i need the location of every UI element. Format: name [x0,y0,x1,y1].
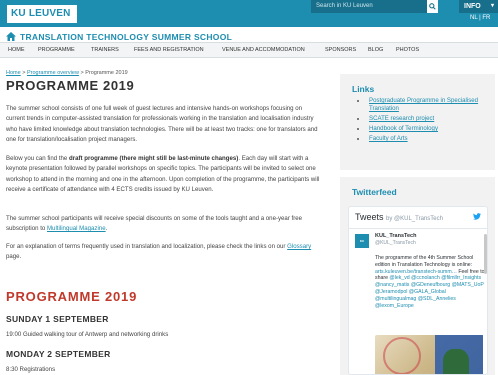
programme-heading: PROGRAMME 2019 [6,289,138,304]
site-title-text: TRANSLATION TECHNOLOGY SUMMER SCHOOL [20,31,233,42]
links-panel: Links Postgraduate Programme in Speciali… [340,74,495,170]
tweet-author-name[interactable]: KUL_TransTech [375,233,416,239]
nav-photos[interactable]: PHOTOS [396,43,419,57]
twitter-timeline-widget[interactable]: Tweets by @KUL_TransTech KU KUL_TransTec… [348,206,488,375]
glossary-link[interactable]: Glossary [287,243,311,250]
tree-graphic [443,349,469,374]
breadcrumb: Home > Programme overview > Programme 20… [6,70,128,76]
tweets-by-handle[interactable]: by @KUL_TransTech [386,216,443,222]
nav-blog[interactable]: BLOG [368,43,383,57]
paragraph-text: Below you can find the [6,155,70,162]
nav-home[interactable]: HOME [8,43,25,57]
language-switch[interactable]: NL | FR [470,15,490,21]
ku-leuven-logo[interactable]: KU LEUVEN [7,5,77,23]
nav-fees-registration[interactable]: FEES AND REGISTRATION [134,43,204,57]
tweet-link[interactable]: arts.kuleuven.be/transtech-summ… [375,269,457,275]
divider [349,228,487,229]
discounts-paragraph: The summer school participants will rece… [6,214,322,235]
nav-sponsors[interactable]: SPONSORS [325,43,356,57]
glossary-paragraph: For an explanation of terms frequently u… [6,242,322,263]
tweets-title: Tweets [355,212,384,222]
links-heading: Links [352,84,375,94]
schedule-item: 8:30 Registrations [6,366,56,373]
info-menu-button[interactable]: INFO ▾ [459,0,498,13]
home-icon [6,32,16,41]
links-list: Postgraduate Programme in Specialised Tr… [352,97,492,145]
search-icon [429,3,436,10]
nav-venue-accommodation[interactable]: VENUE AND ACCOMMODATION [222,43,305,57]
top-bar: KU LEUVEN Search in KU Leuven INFO ▾ NL … [0,0,498,27]
multilingual-magazine-link[interactable]: Multilingual Magazine [47,225,106,232]
link-postgraduate-programme[interactable]: Postgraduate Programme in Specialised Tr… [369,97,478,112]
draft-programme-paragraph: Below you can find the draft programme (… [6,154,322,196]
list-item: Postgraduate Programme in Specialised Tr… [352,97,492,114]
day-heading: SUNDAY 1 SEPTEMBER [6,314,109,324]
link-scate-project[interactable]: SCATE research project [369,115,434,122]
stamp-graphic [383,337,421,374]
info-label: INFO [464,3,481,10]
chevron-down-icon: ▾ [490,3,494,9]
breadcrumb-home[interactable]: Home [6,70,21,76]
list-item: Handbook of Terminology [352,125,492,133]
breadcrumb-programme-overview[interactable]: Programme overview [27,70,79,76]
link-faculty-of-arts[interactable]: Faculty of Arts [369,135,408,142]
paragraph-text: page. [6,253,22,261]
intro-paragraph: The summer school consists of one full w… [6,105,318,144]
paragraph-text: For an explanation of terms frequently u… [6,243,288,250]
twitter-widget-header: Tweets by @KUL_TransTech [355,212,443,222]
scrollbar[interactable] [484,234,487,274]
twitterfeed-heading: Twitterfeed [352,187,397,197]
search-input[interactable]: Search in KU Leuven [311,0,427,13]
list-item: Faculty of Arts [352,135,492,143]
main-navigation: HOME PROGRAMME TRAINERS FEES AND REGISTR… [0,42,498,58]
nav-trainers[interactable]: TRAINERS [91,43,119,57]
page-title: PROGRAMME 2019 [6,78,135,93]
avatar[interactable]: KU [355,234,369,248]
tweet-text: The programme of the 4th Summer School e… [375,255,485,309]
link-handbook-terminology[interactable]: Handbook of Terminology [369,125,438,132]
schedule-item: 19:00 Guided walking tour of Antwerp and… [6,331,169,338]
breadcrumb-current: Programme 2019 [85,70,128,76]
twitter-bird-icon[interactable] [473,213,481,220]
day-heading: MONDAY 2 SEPTEMBER [6,349,111,359]
tweet-body: The programme of the 4th Summer School e… [375,255,474,268]
tweet-author-handle[interactable]: @KUL_TransTech [375,240,416,246]
tweet-mentions[interactable]: @lek_vd @ccnolanch @filmllrr_Insights @n… [375,275,484,308]
nav-programme[interactable]: PROGRAMME [38,43,75,57]
paragraph-text: . [105,225,108,233]
tweet-image[interactable] [375,335,483,374]
search-button[interactable] [427,0,438,13]
draft-programme-emphasis: draft programme (there might still be la… [69,155,239,162]
list-item: SCATE research project [352,115,492,123]
